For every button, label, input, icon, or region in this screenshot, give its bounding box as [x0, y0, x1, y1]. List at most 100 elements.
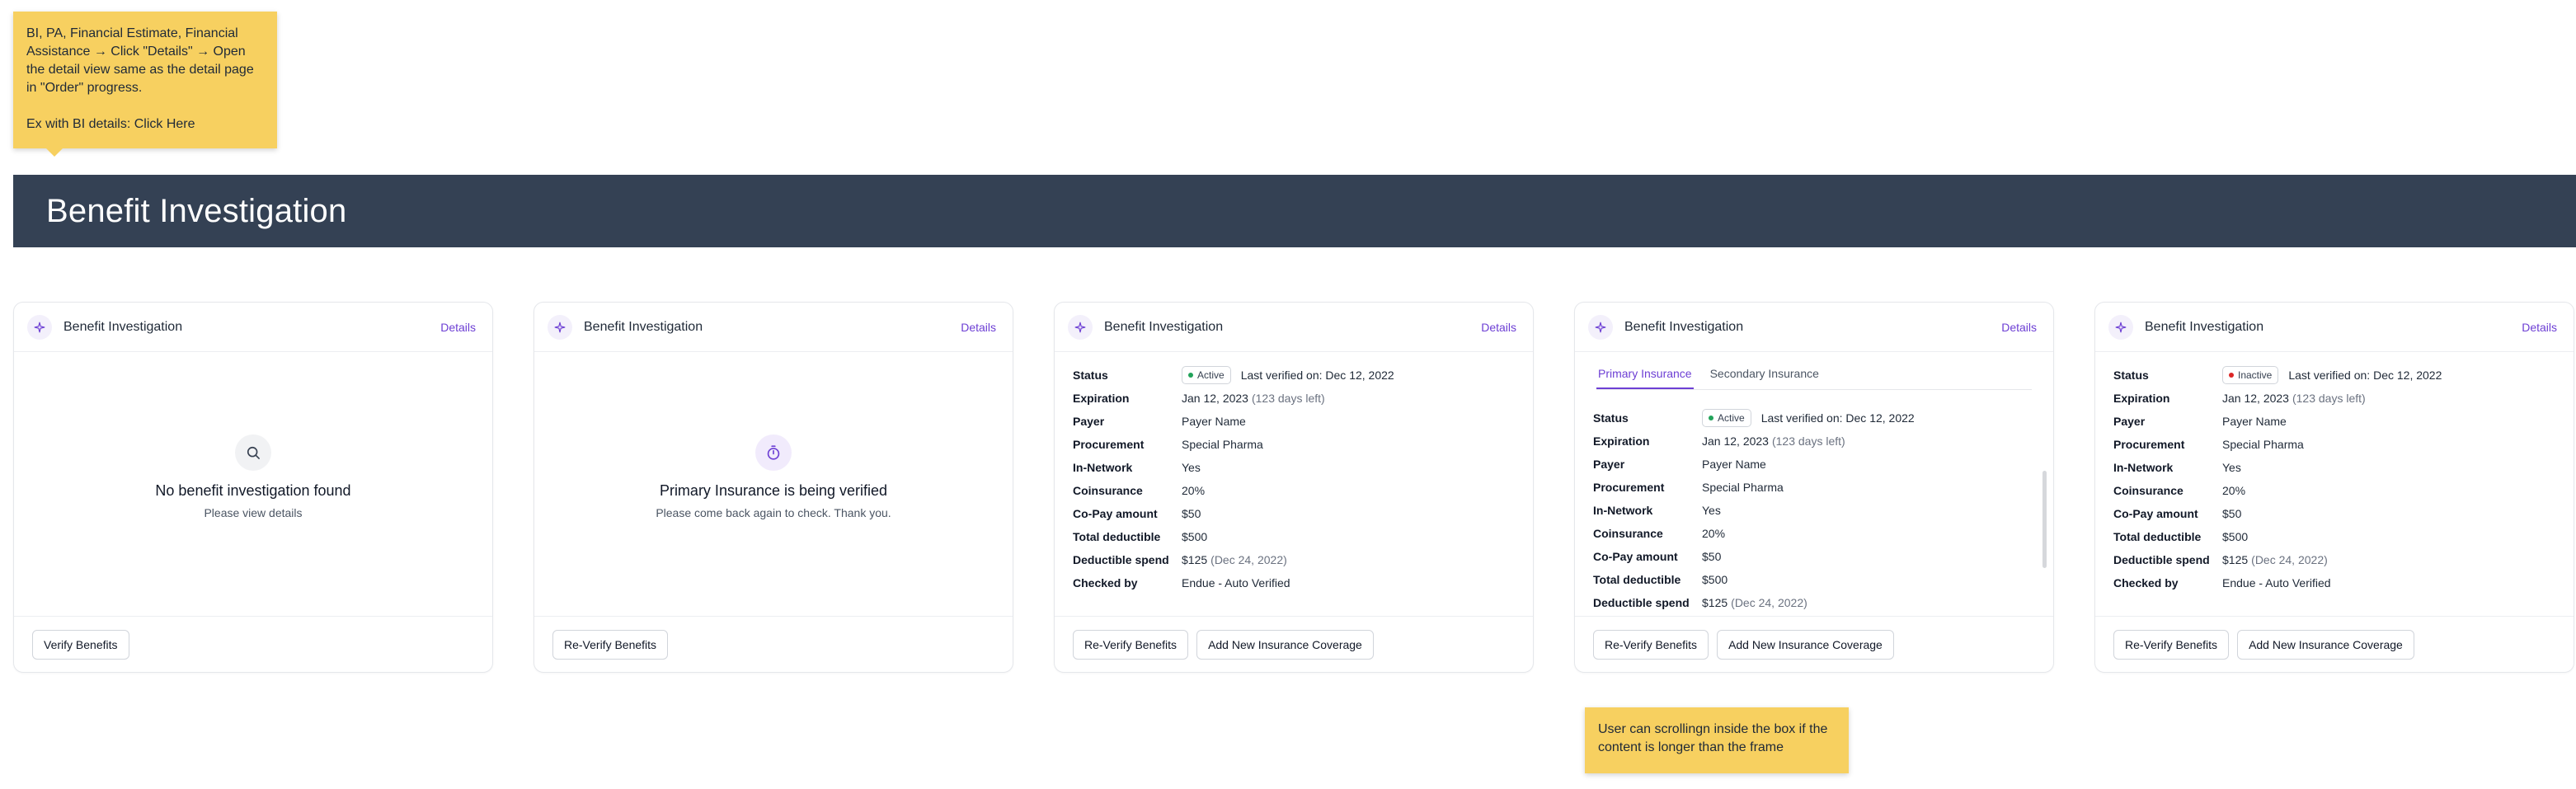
- deductible-spend-row: Deductible spend $125 (Dec 24, 2022): [2113, 548, 2555, 571]
- deductible-spend-label: Deductible spend: [1593, 596, 1690, 609]
- re-verify-benefits-button[interactable]: Re-Verify Benefits: [1073, 629, 1189, 660]
- status-value: Active Last verified on: Dec 12, 2022: [1182, 366, 1394, 384]
- details-link[interactable]: Details: [440, 321, 476, 334]
- scrollbar-thumb[interactable]: [2042, 471, 2047, 568]
- payer-label: Payer: [2113, 415, 2146, 428]
- scrollable-details[interactable]: Status Active Last verified on: Dec 12, …: [1575, 402, 2053, 616]
- deductible-spend-date: (Dec 24, 2022): [2251, 553, 2328, 566]
- copay-value: $50: [1702, 550, 1722, 563]
- deductible-spend-value: $125 (Dec 24, 2022): [1702, 596, 1807, 609]
- tab-secondary-insurance[interactable]: Secondary Insurance: [1709, 362, 1821, 389]
- coinsurance-row: Coinsurance 20%: [2113, 479, 2555, 502]
- details-link[interactable]: Details: [2522, 321, 2557, 334]
- add-insurance-coverage-button[interactable]: Add New Insurance Coverage: [1196, 629, 1374, 660]
- payer-row: Payer Payer Name: [1073, 410, 1515, 433]
- add-insurance-coverage-button[interactable]: Add New Insurance Coverage: [1717, 629, 1894, 660]
- in-network-label: In-Network: [2113, 461, 2174, 474]
- card-header: Benefit Investigation Details: [2095, 303, 2574, 352]
- procurement-row: Procurement Special Pharma: [1593, 476, 2035, 499]
- add-insurance-coverage-button[interactable]: Add New Insurance Coverage: [2237, 629, 2414, 660]
- coinsurance-label: Coinsurance: [1593, 527, 1663, 540]
- card-title: Benefit Investigation: [63, 319, 183, 334]
- deductible-spend-row: Deductible spend $125 (Dec 24, 2022): [1593, 591, 2035, 614]
- status-value: Active Last verified on: Dec 12, 2022: [1702, 409, 1915, 427]
- checked-by-value: Endue - Auto Verified: [2222, 576, 2331, 589]
- deductible-spend-date: (Dec 24, 2022): [1210, 553, 1287, 566]
- total-deductible-label: Total deductible: [1593, 573, 1681, 586]
- deductible-spend-label: Deductible spend: [2113, 553, 2210, 566]
- tab-primary-insurance[interactable]: Primary Insurance: [1596, 362, 1694, 389]
- deductible-spend-value: $125 (Dec 24, 2022): [2222, 553, 2328, 566]
- empty-state: No benefit investigation found Please vi…: [14, 434, 492, 519]
- procurement-value: Special Pharma: [1702, 481, 1784, 494]
- details-link[interactable]: Details: [961, 321, 996, 334]
- payer-value: Payer Name: [1182, 415, 1246, 428]
- copay-value: $50: [1182, 507, 1201, 520]
- card-title: Benefit Investigation: [1624, 319, 1744, 334]
- checked-by-label: Checked by: [1073, 576, 1138, 589]
- re-verify-benefits-button[interactable]: Re-Verify Benefits: [552, 629, 669, 660]
- last-verified: Last verified on: Dec 12, 2022: [1240, 369, 1394, 382]
- copay-row: Co-Pay amount $50: [2113, 502, 2555, 525]
- coinsurance-row: Coinsurance 20%: [1073, 479, 1515, 502]
- bi-card-inactive: Benefit Investigation Details Status Ina…: [2094, 302, 2574, 673]
- card-body: Primary Insurance Secondary Insurance St…: [1575, 352, 2053, 616]
- copay-value: $50: [2222, 507, 2242, 520]
- card-footer: Re-Verify Benefits Add New Insurance Cov…: [1055, 616, 1533, 672]
- copay-row: Co-Pay amount $50: [1593, 545, 2035, 568]
- total-deductible-row: Total deductible $500: [1593, 568, 2035, 591]
- deductible-spend-amount: $125: [2222, 553, 2249, 566]
- empty-state-subtitle: Please view details: [204, 506, 303, 519]
- copay-row: Co-Pay amount $50: [1073, 502, 1515, 525]
- coinsurance-label: Coinsurance: [1073, 484, 1143, 497]
- stopwatch-icon: [755, 434, 792, 471]
- copay-label: Co-Pay amount: [1073, 507, 1158, 520]
- note-text: BI, PA, Financial Estimate, Financial As…: [26, 26, 254, 95]
- card-body: Status Active Last verified on: Dec 12, …: [1055, 352, 1533, 616]
- page-title: Benefit Investigation: [46, 192, 347, 229]
- copay-label: Co-Pay amount: [2113, 507, 2198, 520]
- payer-label: Payer: [1073, 415, 1105, 428]
- note-text: User can scrollingn inside the box if th…: [1598, 722, 1828, 754]
- procurement-label: Procurement: [1593, 481, 1665, 494]
- in-network-value: Yes: [1702, 504, 1721, 517]
- expiration-value: Jan 12, 2023 (123 days left): [2222, 392, 2366, 405]
- copay-label: Co-Pay amount: [1593, 550, 1678, 563]
- note-tail: [46, 148, 63, 157]
- total-deductible-row: Total deductible $500: [1073, 525, 1515, 548]
- verify-benefits-button[interactable]: Verify Benefits: [32, 629, 129, 660]
- card-header: Benefit Investigation Details: [1575, 303, 2053, 352]
- status-row: Status Active Last verified on: Dec 12, …: [1073, 364, 1515, 387]
- coinsurance-label: Coinsurance: [2113, 484, 2183, 497]
- card-body: Primary Insurance is being verified Plea…: [534, 352, 1013, 616]
- active-dot-icon: [1188, 373, 1193, 378]
- expiration-note: (123 days left): [2292, 392, 2366, 405]
- deductible-spend-date: (Dec 24, 2022): [1731, 596, 1807, 609]
- note-example-link[interactable]: Ex with BI details: Click Here: [26, 115, 264, 134]
- inactive-dot-icon: [2229, 373, 2234, 378]
- expiration-note: (123 days left): [1771, 434, 1845, 448]
- card-footer: Re-Verify Benefits Add New Insurance Cov…: [1575, 616, 2053, 672]
- details-link[interactable]: Details: [2001, 321, 2037, 334]
- status-label: Status: [1593, 411, 1629, 425]
- search-icon: [235, 434, 271, 471]
- expiration-note: (123 days left): [1251, 392, 1325, 405]
- details-link[interactable]: Details: [1481, 321, 1516, 334]
- empty-state-title: No benefit investigation found: [155, 482, 351, 499]
- re-verify-benefits-button[interactable]: Re-Verify Benefits: [2113, 629, 2230, 660]
- card-title: Benefit Investigation: [2145, 319, 2264, 334]
- card-header: Benefit Investigation Details: [14, 303, 492, 352]
- total-deductible-row: Total deductible $500: [2113, 525, 2555, 548]
- sparkle-icon: [1068, 314, 1093, 340]
- re-verify-benefits-button[interactable]: Re-Verify Benefits: [1593, 629, 1709, 660]
- deductible-spend-amount: $125: [1702, 596, 1728, 609]
- in-network-row: In-Network Yes: [2113, 456, 2555, 479]
- status-row: Status Inactive Last verified on: Dec 12…: [2113, 364, 2555, 387]
- expiration-label: Expiration: [2113, 392, 2170, 405]
- deductible-spend-row: Deductible spend $125 (Dec 24, 2022): [1073, 548, 1515, 571]
- in-network-row: In-Network Yes: [1593, 499, 2035, 522]
- status-badge: Inactive: [2222, 366, 2279, 384]
- payer-label: Payer: [1593, 458, 1625, 471]
- in-network-value: Yes: [1182, 461, 1201, 474]
- in-network-value: Yes: [2222, 461, 2241, 474]
